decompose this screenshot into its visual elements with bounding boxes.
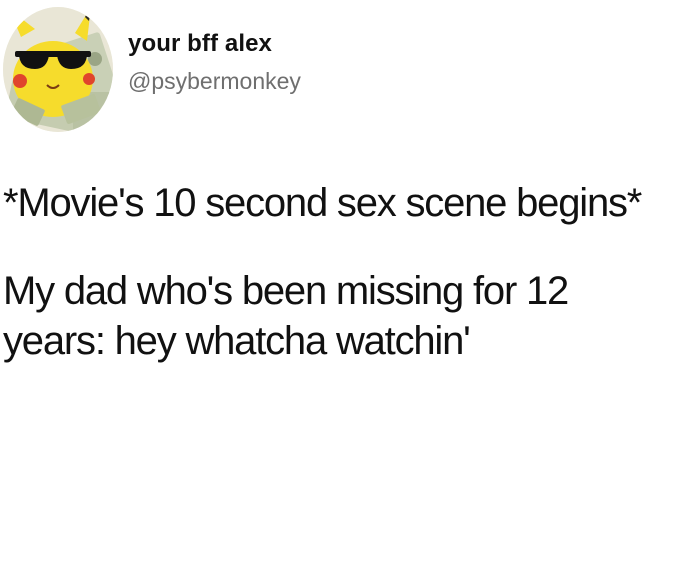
tweet-body: *Movie's 10 second sex scene begins* My … [3, 178, 693, 366]
tweet-header: your bff alex @psybermonkey [0, 0, 700, 140]
tweet-text-line-1: *Movie's 10 second sex scene begins* [3, 181, 642, 225]
author-handle[interactable]: @psybermonkey [128, 66, 301, 96]
author-block: your bff alex @psybermonkey [128, 28, 301, 96]
tweet-card: your bff alex @psybermonkey *Movie's 10 … [0, 0, 700, 578]
avatar[interactable] [3, 7, 113, 132]
pikachu-avatar-icon [3, 7, 113, 132]
author-display-name[interactable]: your bff alex [128, 28, 301, 60]
tweet-text-line-2: My dad who's been missing for 12 years: … [3, 269, 569, 363]
